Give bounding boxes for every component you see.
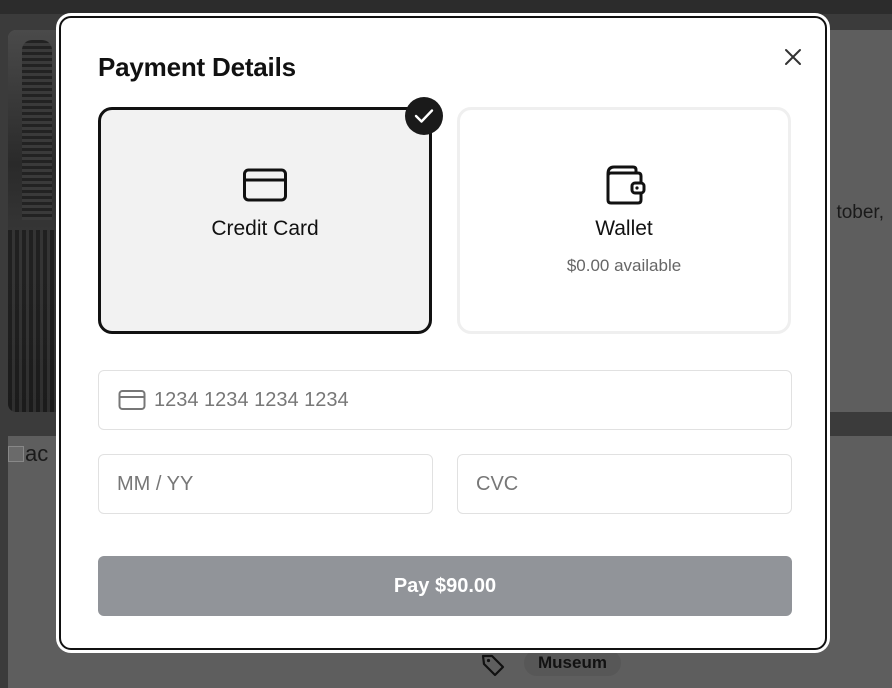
checkmark-icon <box>414 109 434 123</box>
payment-method-wallet[interactable]: Wallet $0.00 available <box>457 107 791 334</box>
card-number-field[interactable]: 1234 1234 1234 1234 <box>98 370 792 430</box>
payment-method-label: Credit Card <box>211 217 319 240</box>
payment-method-label: Wallet <box>595 217 653 240</box>
cvc-field[interactable]: CVC <box>457 454 792 514</box>
expiry-placeholder: MM / YY <box>117 472 194 495</box>
wallet-balance: $0.00 available <box>566 256 682 275</box>
wallet-icon <box>600 162 648 208</box>
selected-check-badge <box>405 97 443 135</box>
pay-button[interactable]: Pay $90.00 <box>98 556 792 616</box>
modal-title: Payment Details <box>98 52 296 82</box>
payment-modal: Payment Details Credit Card Wallet $0.00… <box>59 16 827 650</box>
close-icon <box>785 49 801 65</box>
close-button[interactable] <box>778 42 808 72</box>
cvc-placeholder: CVC <box>476 472 519 495</box>
card-number-placeholder: 1234 1234 1234 1234 <box>154 388 349 411</box>
credit-card-icon <box>241 162 289 208</box>
payment-method-credit-card[interactable]: Credit Card <box>98 107 432 334</box>
expiry-field[interactable]: MM / YY <box>98 454 433 514</box>
card-field-icon <box>118 389 146 411</box>
